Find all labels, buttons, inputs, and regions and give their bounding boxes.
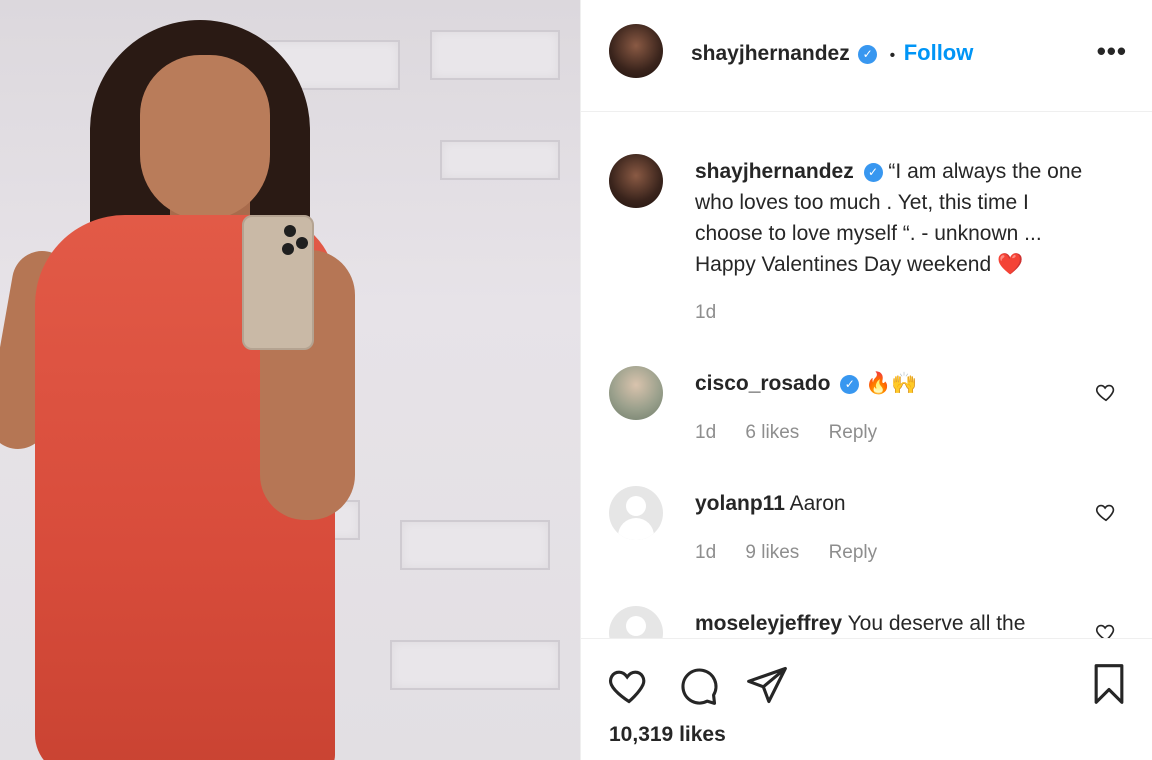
save-bookmark-icon[interactable] (1087, 661, 1131, 707)
caption-text: choose to love myself “. - unknown ... (695, 222, 1042, 245)
comment-meta: 1d 6 likes Reply (695, 422, 901, 444)
door-panel (430, 30, 560, 80)
like-comment-heart-icon[interactable] (1095, 381, 1117, 403)
default-avatar-head (626, 616, 646, 636)
like-comment-heart-icon[interactable] (1095, 501, 1117, 523)
caption-line: shayjhernandez ✓ “I am always the one (695, 156, 1135, 187)
avatar[interactable] (609, 24, 663, 78)
reply-button[interactable]: Reply (829, 542, 878, 563)
more-options-icon[interactable]: ••• (1097, 36, 1127, 67)
comment-icon[interactable] (676, 663, 720, 707)
comment-text: Aaron (789, 492, 846, 515)
comment-likes[interactable]: 9 likes (745, 542, 799, 563)
avatar[interactable] (609, 486, 663, 540)
username-link[interactable]: shayjhernandez (695, 160, 854, 183)
separator-dot: • (889, 47, 896, 64)
like-comment-heart-icon[interactable] (1095, 621, 1117, 638)
verified-badge-icon: ✓ (858, 45, 878, 64)
door-panel (400, 520, 550, 570)
post-header: shayjhernandez ✓ • Follow ••• (581, 0, 1152, 112)
comments-list[interactable]: shayjhernandez ✓ “I am always the one wh… (581, 112, 1152, 638)
verified-badge-icon: ✓ (840, 375, 860, 394)
action-bar: 10,319 likes (581, 638, 1152, 760)
username-link[interactable]: shayjhernandez (691, 42, 850, 65)
camera-lens (282, 243, 294, 255)
camera-lens (296, 237, 308, 249)
follow-button[interactable]: Follow (904, 40, 974, 65)
username-link[interactable]: moseleyjeffrey (695, 612, 842, 635)
comment-meta: 1d 9 likes Reply (695, 542, 901, 564)
caption-text: Happy Valentines Day weekend ❤️ (695, 253, 1024, 276)
default-avatar-body (618, 518, 654, 540)
comment-time[interactable]: 1d (695, 422, 716, 443)
phone-shape (242, 215, 314, 350)
avatar[interactable] (609, 154, 663, 208)
caption-text: who loves too much . Yet, this time I (695, 191, 1029, 214)
comment: cisco_rosado ✓ 🔥🙌 (695, 368, 917, 399)
avatar[interactable] (609, 606, 663, 638)
header-user-row: shayjhernandez ✓ • Follow (691, 40, 973, 66)
reply-button[interactable]: Reply (829, 422, 878, 443)
share-icon[interactable] (745, 663, 789, 707)
post-panel: shayjhernandez ✓ • Follow ••• shayjherna… (580, 0, 1152, 760)
username-link[interactable]: yolanp11 (695, 492, 785, 515)
caption-time[interactable]: 1d (695, 302, 716, 324)
caption-text: “I am always the one (888, 160, 1083, 183)
comment-likes[interactable]: 6 likes (745, 422, 799, 443)
face-shape (140, 55, 270, 220)
door-panel (440, 140, 560, 180)
username-link[interactable]: cisco_rosado (695, 372, 830, 395)
comment-time[interactable]: 1d (695, 542, 716, 563)
avatar[interactable] (609, 366, 663, 420)
caption: shayjhernandez ✓ “I am always the one wh… (695, 156, 1135, 280)
comment-text: 🔥🙌 (865, 372, 918, 395)
door-panel (390, 640, 560, 690)
post-image[interactable] (0, 0, 580, 760)
likes-count[interactable]: 10,319 likes (609, 723, 726, 747)
verified-badge-icon: ✓ (863, 163, 883, 182)
comment: moseleyjeffrey You deserve all the (695, 608, 1025, 638)
comment: yolanp11 Aaron (695, 488, 846, 519)
like-heart-icon[interactable] (607, 663, 651, 707)
camera-lens (284, 225, 296, 237)
comment-text: You deserve all the (847, 612, 1026, 635)
default-avatar-head (626, 496, 646, 516)
